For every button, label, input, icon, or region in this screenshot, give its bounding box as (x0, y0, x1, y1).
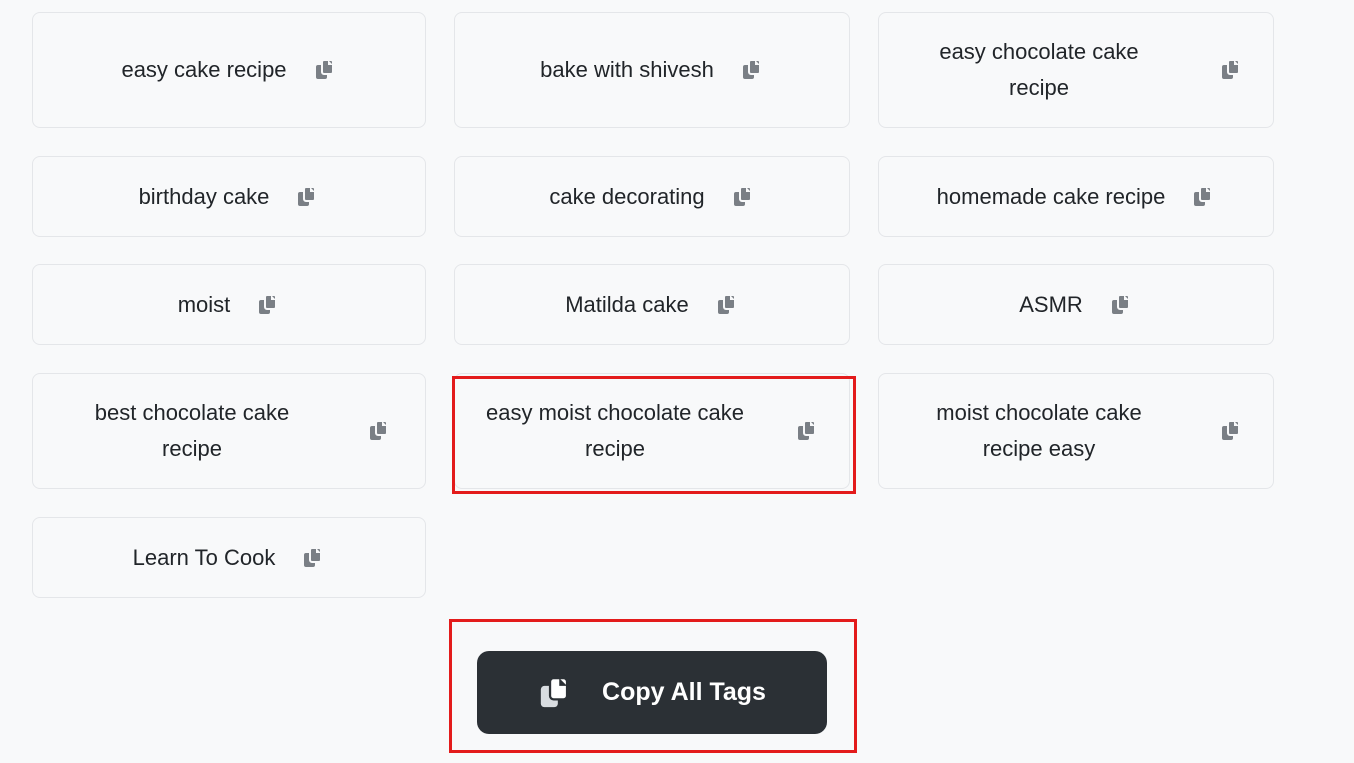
tag-item[interactable]: easy moist chocolate cake recipe (454, 373, 850, 489)
copy-icon[interactable] (795, 419, 819, 443)
tag-item[interactable]: moist (32, 264, 426, 345)
copy-all-tags-button[interactable]: Copy All Tags (477, 651, 827, 734)
tag-label: easy chocolate cake recipe (939, 39, 1139, 100)
copy-icon[interactable] (1219, 419, 1243, 443)
tag-item[interactable]: best chocolate cake recipe (32, 373, 426, 489)
tag-item[interactable]: cake decorating (454, 156, 850, 237)
tag-item[interactable]: Learn To Cook (32, 517, 426, 598)
tag-item[interactable]: easy chocolate cake recipe (878, 12, 1274, 128)
tag-item[interactable]: moist chocolate cake recipe easy (878, 373, 1274, 489)
copy-icon[interactable] (295, 185, 319, 209)
tag-label: birthday cake (138, 183, 270, 209)
tag-item[interactable]: ASMR (878, 264, 1274, 345)
copy-icon[interactable] (256, 293, 280, 317)
tag-label: ASMR (1019, 291, 1083, 317)
tag-label: homemade cake recipe (936, 183, 1166, 209)
copy-icon[interactable] (313, 58, 337, 82)
tag-item[interactable]: birthday cake (32, 156, 426, 237)
tag-item[interactable]: Matilda cake (454, 264, 850, 345)
copy-icon[interactable] (715, 293, 739, 317)
copy-icon[interactable] (1219, 58, 1243, 82)
tag-label: cake decorating (549, 183, 705, 209)
tag-item[interactable]: bake with shivesh (454, 12, 850, 128)
tag-item[interactable]: homemade cake recipe (878, 156, 1274, 237)
copy-icon[interactable] (1191, 185, 1215, 209)
tag-label: moist (177, 291, 231, 317)
tag-label: bake with shivesh (540, 57, 714, 82)
tag-label: best chocolate cake recipe (94, 400, 290, 461)
tag-label: easy cake recipe (121, 57, 287, 82)
tag-label: Matilda cake (565, 291, 689, 317)
tag-item[interactable]: easy cake recipe (32, 12, 426, 128)
tag-label: Learn To Cook (132, 544, 276, 570)
copy-icon (538, 676, 572, 710)
tag-label: moist chocolate cake recipe easy (936, 400, 1142, 461)
copy-all-tags-label: Copy All Tags (602, 678, 766, 706)
copy-icon[interactable] (1109, 293, 1133, 317)
copy-icon[interactable] (367, 419, 391, 443)
tag-label: easy moist chocolate cake recipe (485, 400, 745, 461)
tags-page: easy cake recipe bake with shivesh easy … (0, 0, 1354, 763)
copy-icon[interactable] (301, 546, 325, 570)
copy-icon[interactable] (731, 185, 755, 209)
copy-icon[interactable] (740, 58, 764, 82)
